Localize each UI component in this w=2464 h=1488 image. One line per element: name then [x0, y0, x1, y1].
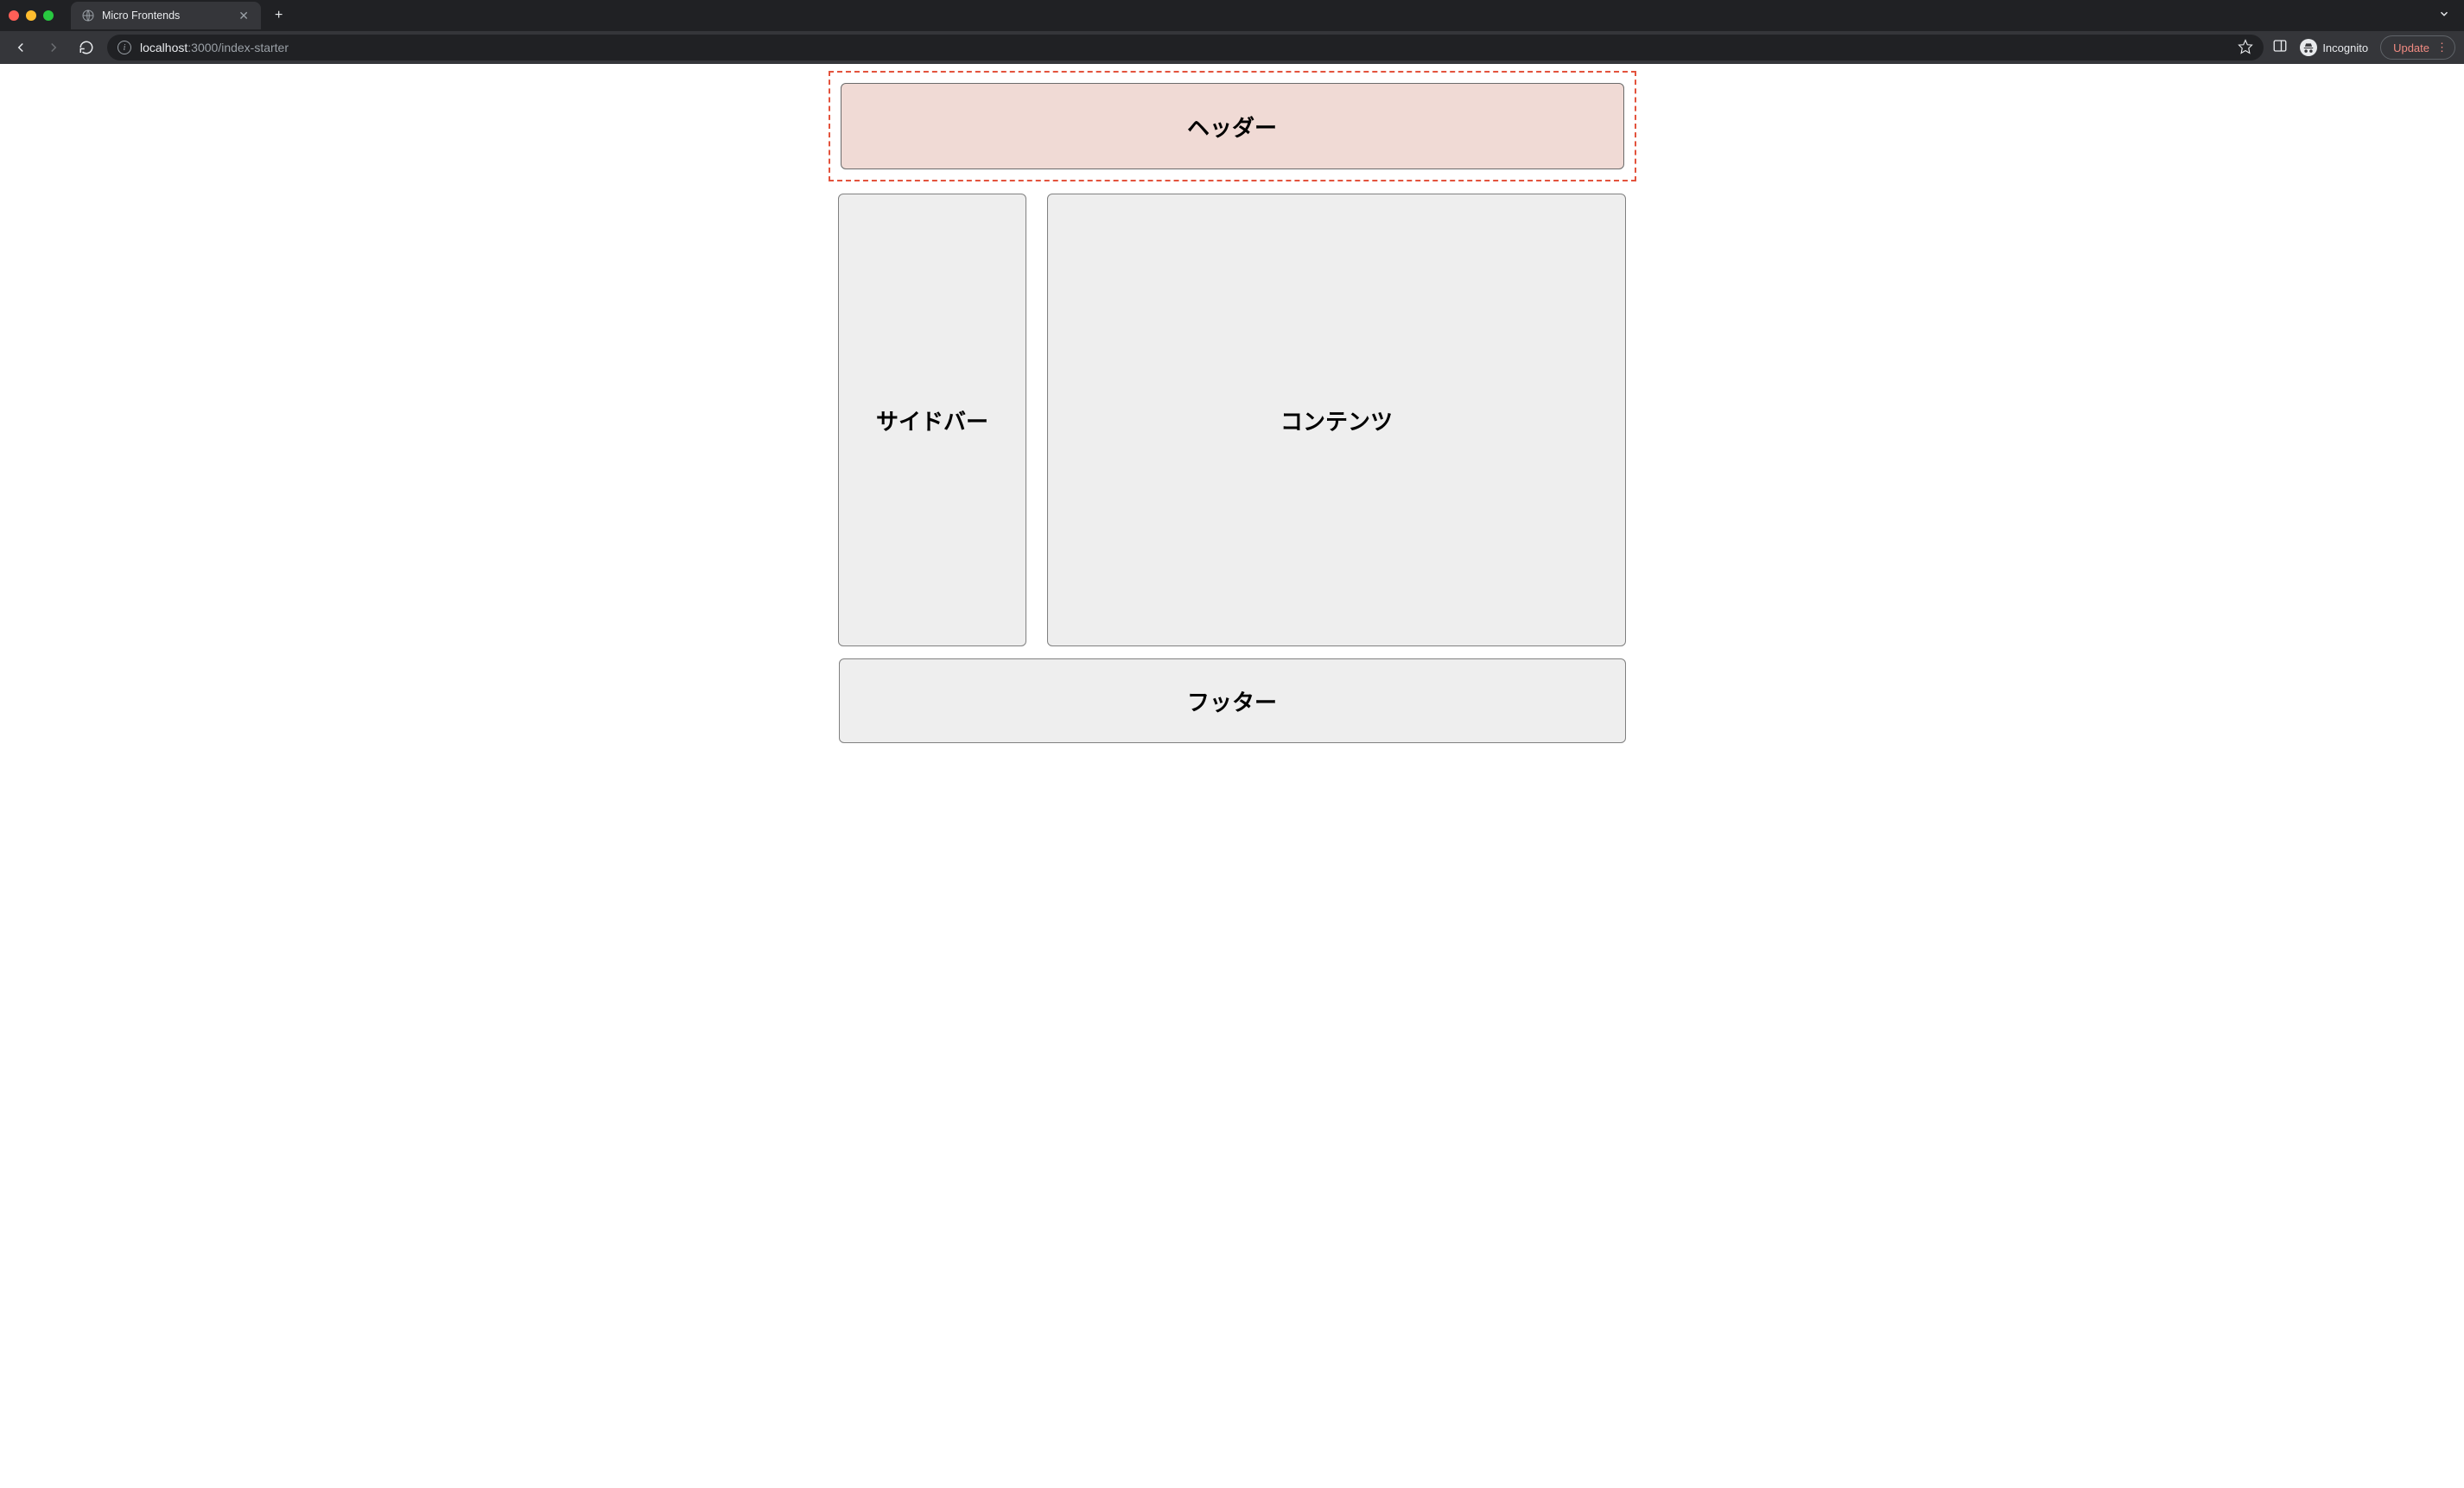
window-maximize-button[interactable]	[43, 10, 54, 21]
page-content: ヘッダー サイドバー コンテンツ フッター	[0, 64, 2464, 769]
browser-tab[interactable]: Micro Frontends ✕	[71, 2, 261, 29]
url-port: :3000	[187, 41, 218, 54]
footer-label: フッター	[1187, 685, 1277, 717]
window-controls	[9, 10, 54, 21]
incognito-badge[interactable]: Incognito	[2300, 39, 2368, 56]
close-tab-button[interactable]: ✕	[237, 8, 251, 23]
tab-title: Micro Frontends	[102, 10, 230, 22]
window-close-button[interactable]	[9, 10, 19, 21]
middle-row: サイドバー コンテンツ	[838, 194, 1626, 646]
header-highlight-box: ヘッダー	[829, 71, 1636, 181]
sidebar-region: サイドバー	[838, 194, 1026, 646]
window-minimize-button[interactable]	[26, 10, 36, 21]
content-region: コンテンツ	[1047, 194, 1626, 646]
address-bar[interactable]: i localhost:3000/index-starter	[107, 35, 2264, 60]
tab-bar: Micro Frontends ✕ +	[0, 0, 2464, 31]
toolbar-right: Incognito Update ⋮	[2272, 35, 2455, 60]
tab-overflow-button[interactable]	[2438, 8, 2455, 24]
new-tab-button[interactable]: +	[268, 4, 289, 27]
globe-icon	[81, 9, 95, 22]
site-info-icon[interactable]: i	[117, 41, 131, 54]
update-button[interactable]: Update ⋮	[2380, 35, 2455, 60]
footer-region: フッター	[839, 658, 1626, 743]
url-host: localhost	[140, 41, 187, 54]
update-label: Update	[2393, 41, 2429, 54]
incognito-label: Incognito	[2322, 41, 2368, 54]
header-region: ヘッダー	[841, 83, 1624, 169]
incognito-icon	[2300, 39, 2317, 56]
menu-dots-icon: ⋮	[2436, 41, 2448, 54]
browser-toolbar: i localhost:3000/index-starter Incognito…	[0, 31, 2464, 64]
side-panel-icon[interactable]	[2272, 38, 2288, 58]
header-label: ヘッダー	[1187, 111, 1277, 143]
reload-button[interactable]	[74, 35, 98, 60]
bookmark-star-icon[interactable]	[2238, 39, 2253, 57]
forward-button[interactable]	[41, 35, 66, 60]
browser-chrome: Micro Frontends ✕ + i localhost:3000/ind…	[0, 0, 2464, 64]
sidebar-label: サイドバー	[876, 404, 988, 436]
back-button[interactable]	[9, 35, 33, 60]
url-text: localhost:3000/index-starter	[140, 41, 2229, 54]
content-label: コンテンツ	[1280, 404, 1393, 436]
url-path: /index-starter	[218, 41, 289, 54]
